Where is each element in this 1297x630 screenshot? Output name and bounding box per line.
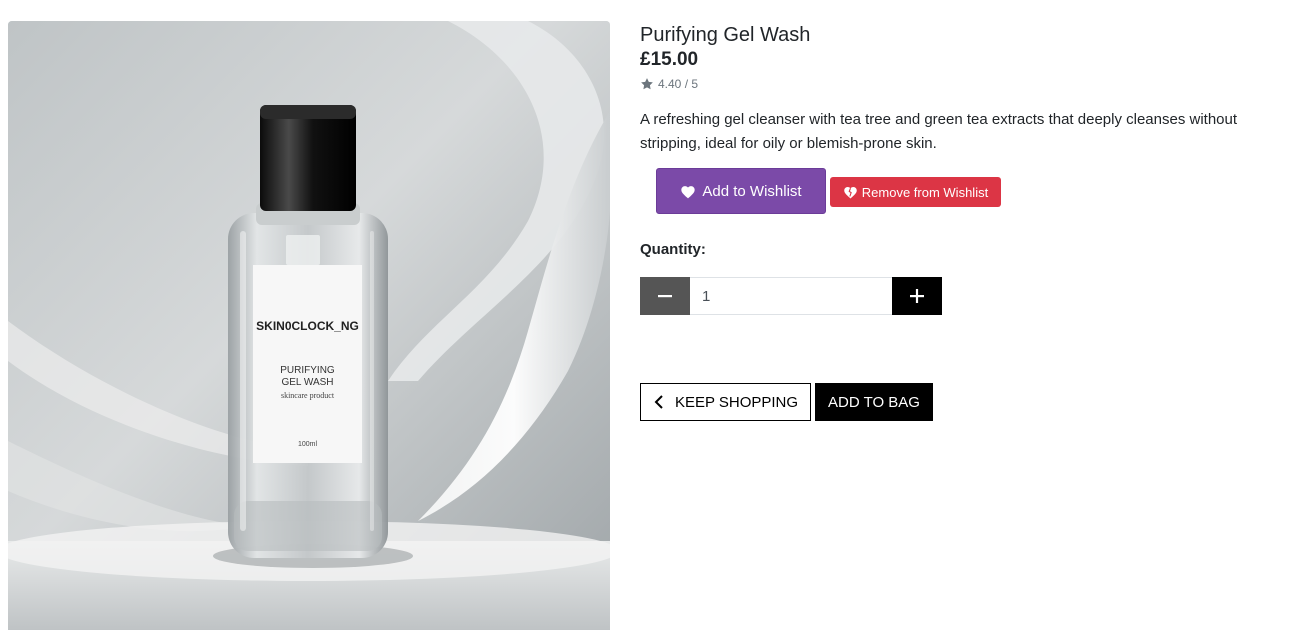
bottle-label-line1: PURIFYING (280, 365, 335, 376)
add-to-bag-label: ADD TO BAG (828, 393, 920, 411)
increase-quantity-button[interactable] (892, 277, 942, 315)
quantity-input[interactable] (690, 277, 892, 315)
bottle-label-volume: 100ml (298, 441, 318, 448)
remove-from-wishlist-button[interactable]: Remove from Wishlist (830, 177, 1001, 207)
product-photo: SKIN0CLOCK_NG PURIFYING GEL WASH skincar… (8, 21, 610, 630)
minus-icon (658, 295, 672, 298)
product-details: Purifying Gel Wash £15.00 4.40 / 5 A ref… (640, 21, 1260, 421)
product-description: A refreshing gel cleanser with tea tree … (640, 111, 1238, 152)
product-title: Purifying Gel Wash (640, 24, 811, 46)
bottle-label-line3: skincare product (281, 391, 335, 400)
quantity-label: Quantity: (640, 241, 706, 258)
product-detail-page: SKIN0CLOCK_NG PURIFYING GEL WASH skincar… (0, 0, 1297, 630)
add-to-bag-button[interactable]: ADD TO BAG (815, 383, 933, 421)
bottle-brand-text: SKIN0CLOCK_NG (256, 319, 359, 333)
heart-icon (681, 185, 696, 198)
add-to-wishlist-button[interactable]: Add to Wishlist (656, 168, 826, 214)
remove-from-wishlist-label: Remove from Wishlist (861, 184, 989, 200)
star-icon (641, 78, 653, 90)
wishlist-actions: Add to Wishlist Remove from Wishlist (640, 168, 1260, 230)
quantity-stepper (640, 277, 942, 315)
keep-shopping-label: KEEP SHOPPING (674, 393, 799, 411)
heart-broken-icon (844, 187, 857, 199)
plus-icon (910, 289, 924, 303)
chevron-left-icon (654, 395, 663, 409)
product-image: SKIN0CLOCK_NG PURIFYING GEL WASH skincar… (8, 21, 610, 630)
rating-value: 4.40 / 5 (658, 77, 699, 91)
keep-shopping-button[interactable]: KEEP SHOPPING (640, 383, 811, 421)
add-to-wishlist-label: Add to Wishlist (702, 182, 802, 200)
bottle-label-line2: GEL WASH (281, 377, 333, 388)
product-price: £15.00 (640, 49, 699, 70)
product-rating: 4.40 / 5 (640, 74, 1260, 94)
decrease-quantity-button[interactable] (640, 277, 690, 315)
cart-actions: KEEP SHOPPING ADD TO BAG (640, 383, 1260, 421)
